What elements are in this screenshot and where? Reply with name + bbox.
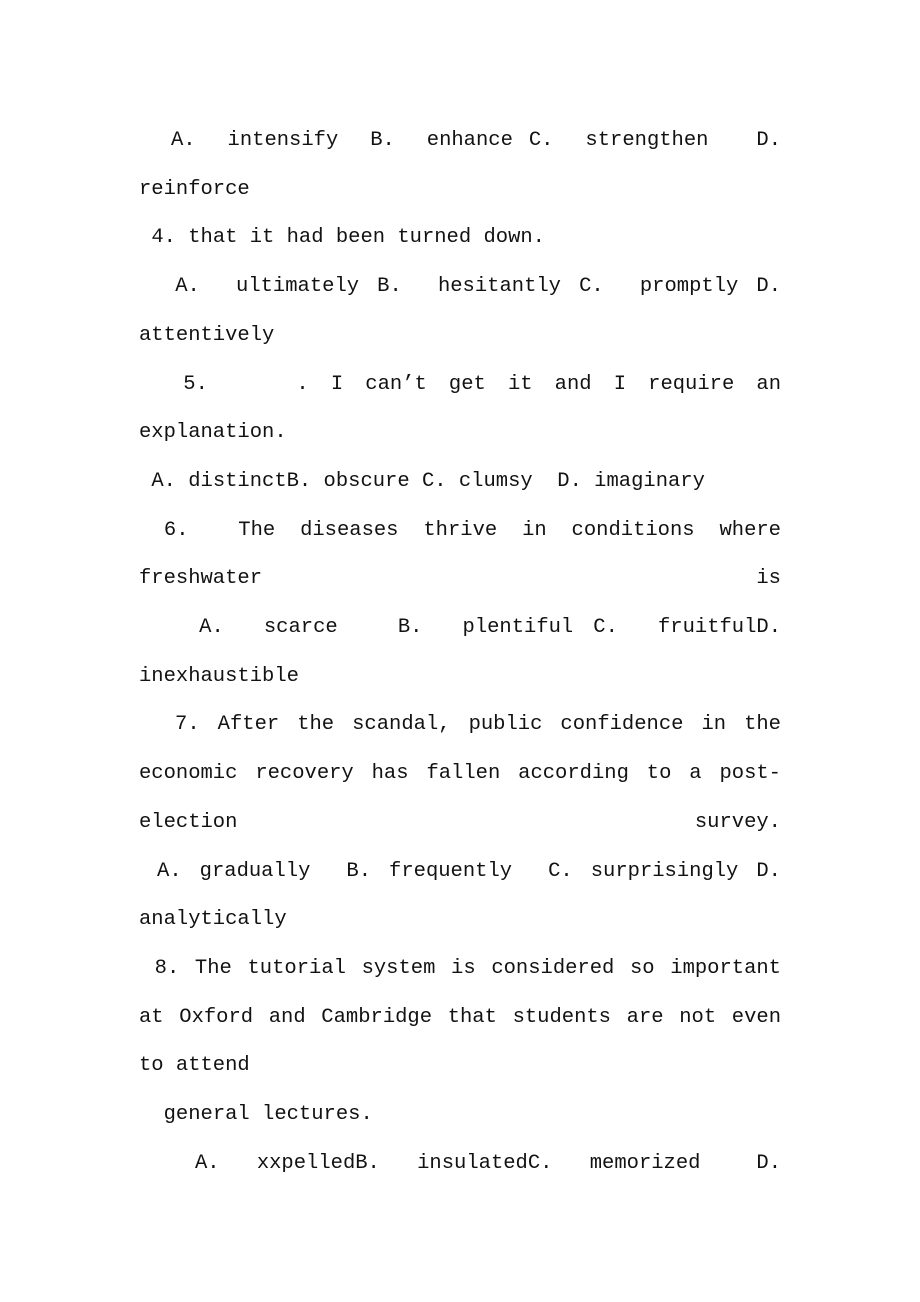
question-6-stem: 6. The diseases thrive in conditions whe… (139, 518, 794, 591)
question-7-options: A. gradually B. frequently C. surprising… (139, 859, 794, 932)
question-5-stem: 5. . I can’t get it and I require an exp… (139, 372, 794, 445)
question-8-stem-continuation: general lectures. (139, 1103, 373, 1127)
question-6-options: A. scarce B. plentiful C. fruitfulD. ine… (139, 616, 794, 688)
question-8-stem: 8. The tutorial system is considered so … (139, 956, 794, 1078)
question-4-options: A. ultimately B. hesitantly C. promptly … (139, 275, 794, 347)
question-4-stem: 4. that it had been turned down. (139, 226, 545, 250)
question-3-options: A. intensify B. enhance C. strengthen D.… (139, 129, 794, 201)
question-8-options: A. xxpelledB. insulatedC. memorized D. (139, 1151, 781, 1175)
question-7-stem: 7. After the scandal, public confidence … (139, 713, 794, 834)
document-page: A. intensify B. enhance C. strengthen D.… (0, 0, 920, 1302)
document-text-block: A. intensify B. enhance C. strengthen D.… (139, 117, 781, 1188)
question-5-options: A. distinctB. obscure C. clumsy D. imagi… (139, 469, 705, 493)
